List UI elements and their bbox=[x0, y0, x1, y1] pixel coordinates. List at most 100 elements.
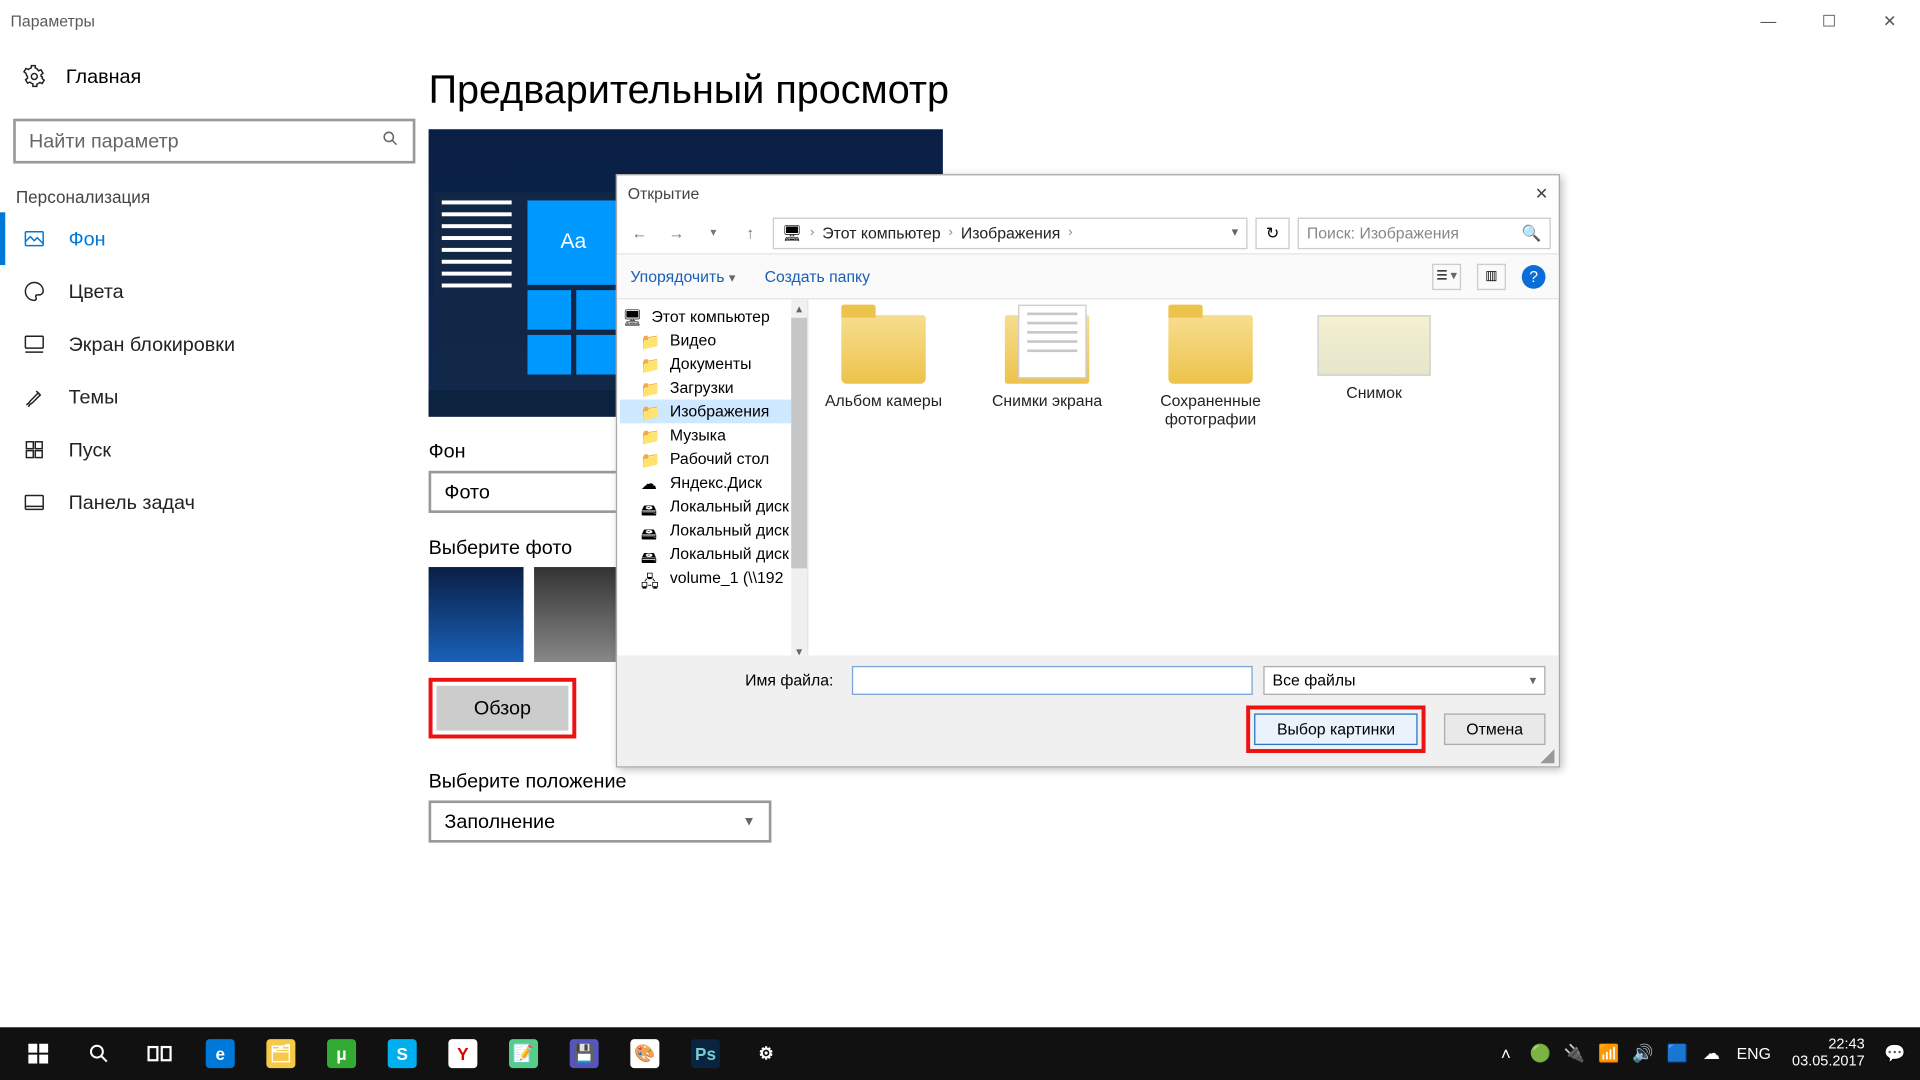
taskbar-app-edge[interactable]: e bbox=[190, 1027, 251, 1080]
tree-item-this-pc[interactable]: 🖥Этот компьютер bbox=[620, 305, 805, 329]
scroll-thumb[interactable] bbox=[791, 318, 807, 569]
scroll-down-icon[interactable]: ▾ bbox=[791, 642, 807, 655]
taskbar-app-notepad[interactable]: 📝 bbox=[493, 1027, 554, 1080]
thumb-2[interactable] bbox=[534, 567, 629, 662]
dialog-close-button[interactable]: ✕ bbox=[1535, 185, 1548, 203]
sidebar-item-start[interactable]: Пуск bbox=[0, 423, 429, 476]
palette-icon bbox=[21, 278, 47, 304]
tray-icon-3[interactable]: ☁ bbox=[1694, 1027, 1728, 1080]
file-item-camera-roll[interactable]: Альбом камеры bbox=[824, 315, 943, 410]
window-minimize-button[interactable]: — bbox=[1738, 0, 1799, 42]
tray-overflow-button[interactable]: ˄ bbox=[1489, 1027, 1523, 1080]
refresh-button[interactable]: ↻ bbox=[1255, 217, 1289, 249]
crumb-separator-icon: › bbox=[949, 225, 953, 240]
taskbar-app-paint[interactable]: 🎨 bbox=[615, 1027, 676, 1080]
tree-item-pictures[interactable]: 📁Изображения bbox=[620, 400, 805, 424]
nav-recent-button[interactable]: ▾ bbox=[699, 218, 728, 247]
tree-scrollbar[interactable]: ▴ ▾ bbox=[791, 299, 807, 655]
tray-icon-2[interactable]: 🟦 bbox=[1660, 1027, 1694, 1080]
sidebar-item-background[interactable]: Фон bbox=[0, 212, 429, 265]
file-item-snapshot[interactable]: Снимок bbox=[1315, 315, 1434, 403]
address-dropdown-icon[interactable]: ▾ bbox=[1232, 225, 1239, 240]
open-button[interactable]: Выбор картинки bbox=[1255, 713, 1418, 745]
action-center-button[interactable]: 💬 bbox=[1878, 1027, 1912, 1080]
tray-power-icon[interactable]: 🔌 bbox=[1557, 1027, 1591, 1080]
disk-icon: 🖴 bbox=[641, 545, 662, 562]
folder-icon: 📁 bbox=[641, 403, 662, 420]
tree-item-downloads[interactable]: 📁Загрузки bbox=[620, 376, 805, 400]
cancel-button[interactable]: Отмена bbox=[1444, 713, 1546, 745]
tree-item-disk-1[interactable]: 🖴Локальный диск bbox=[620, 495, 805, 519]
disk-icon: 🖴 bbox=[641, 522, 662, 539]
folder-icon: 📁 bbox=[641, 332, 662, 349]
taskbar-app-photoshop[interactable]: Ps bbox=[675, 1027, 736, 1080]
os-taskbar: e 🗂 μ S Y 📝 💾 🎨 Ps ⚙ ˄ 🟢 🔌 📶 🔊 🟦 ☁ ENG bbox=[0, 1027, 1920, 1080]
dialog-search[interactable]: Поиск: Изображения 🔍 bbox=[1298, 217, 1551, 249]
organize-menu[interactable]: Упорядочить ▾ bbox=[630, 267, 735, 285]
sidebar-search[interactable]: Найти параметр bbox=[13, 119, 415, 164]
nav-back-button[interactable]: ← bbox=[625, 218, 654, 247]
folder-tree: 🖥Этот компьютер 📁Видео 📁Документы 📁Загру… bbox=[617, 299, 807, 594]
tree-item-music[interactable]: 📁Музыка bbox=[620, 423, 805, 447]
nav-label: Экран блокировки bbox=[69, 333, 235, 355]
taskbar-app-yandex[interactable]: Y bbox=[433, 1027, 494, 1080]
settings-sidebar: Главная Найти параметр Персонализация Фо… bbox=[0, 42, 429, 1027]
filetype-dropdown[interactable]: Все файлы ▾ bbox=[1263, 666, 1545, 695]
file-item-screenshots[interactable]: Снимки экрана bbox=[988, 315, 1107, 410]
taskbar-app-save[interactable]: 💾 bbox=[554, 1027, 615, 1080]
start-button[interactable] bbox=[8, 1027, 69, 1080]
filename-input[interactable] bbox=[852, 666, 1253, 695]
taskbar-app-skype[interactable]: S bbox=[372, 1027, 433, 1080]
view-mode-button[interactable]: ☰▾ bbox=[1432, 263, 1461, 289]
window-close-button[interactable]: ✕ bbox=[1859, 0, 1920, 42]
sidebar-item-colors[interactable]: Цвета bbox=[0, 265, 429, 318]
taskbar-app-utorrent[interactable]: μ bbox=[311, 1027, 372, 1080]
nav-up-button[interactable]: ↑ bbox=[736, 218, 765, 247]
breadcrumb-1[interactable]: Этот компьютер bbox=[822, 224, 940, 242]
tree-item-disk-3[interactable]: 🖴Локальный диск bbox=[620, 542, 805, 566]
tree-item-disk-2[interactable]: 🖴Локальный диск bbox=[620, 518, 805, 542]
tray-icon-1[interactable]: 🟢 bbox=[1523, 1027, 1557, 1080]
address-bar[interactable]: 🖥 › Этот компьютер › Изображения › ▾ bbox=[773, 217, 1248, 249]
sidebar-item-home[interactable]: Главная bbox=[0, 47, 429, 105]
sidebar-item-lockscreen[interactable]: Экран блокировки bbox=[0, 318, 429, 371]
dialog-title: Открытие bbox=[628, 185, 700, 203]
taskbar-search-button[interactable] bbox=[69, 1027, 130, 1080]
resize-grip-icon[interactable]: ◢ bbox=[1540, 748, 1556, 764]
sidebar-category: Персонализация bbox=[0, 164, 429, 213]
sidebar-item-taskbar[interactable]: Панель задач bbox=[0, 476, 429, 529]
taskbar-clock[interactable]: 22:43 03.05.2017 bbox=[1781, 1036, 1875, 1071]
task-view-button[interactable] bbox=[129, 1027, 190, 1080]
tray-wifi-icon[interactable]: 📶 bbox=[1592, 1027, 1626, 1080]
browse-button[interactable]: Обзор bbox=[436, 686, 568, 731]
taskbar-app-settings[interactable]: ⚙ bbox=[736, 1027, 797, 1080]
taskbar-app-explorer[interactable]: 🗂 bbox=[251, 1027, 312, 1080]
scroll-up-icon[interactable]: ▴ bbox=[791, 299, 807, 317]
tree-item-videos[interactable]: 📁Видео bbox=[620, 328, 805, 352]
tray-volume-icon[interactable]: 🔊 bbox=[1626, 1027, 1660, 1080]
language-indicator[interactable]: ENG bbox=[1729, 1027, 1779, 1080]
breadcrumb-2[interactable]: Изображения bbox=[961, 224, 1060, 242]
chevron-down-icon: ▾ bbox=[1530, 673, 1537, 688]
preview-pane-button[interactable]: ▥ bbox=[1477, 263, 1506, 289]
start-grid-icon bbox=[21, 436, 47, 462]
thumb-1[interactable] bbox=[429, 567, 524, 662]
tree-item-yadisk[interactable]: ☁Яндекс.Диск bbox=[620, 471, 805, 495]
nav-forward-button[interactable]: → bbox=[662, 218, 691, 247]
filename-label: Имя файла: bbox=[630, 671, 841, 689]
folder-icon: 📁 bbox=[641, 355, 662, 372]
help-icon[interactable]: ? bbox=[1522, 264, 1546, 288]
new-folder-button[interactable]: Создать папку bbox=[765, 267, 870, 285]
tree-item-documents[interactable]: 📁Документы bbox=[620, 352, 805, 376]
sidebar-item-themes[interactable]: Темы bbox=[0, 371, 429, 424]
file-item-saved-photos[interactable]: Сохраненные фотографии bbox=[1151, 315, 1270, 429]
fit-dropdown[interactable]: Заполнение ▼ bbox=[429, 800, 772, 842]
taskbar-icon bbox=[21, 489, 47, 515]
window-title: Параметры bbox=[11, 12, 95, 30]
folder-icon: 📁 bbox=[641, 427, 662, 444]
window-maximize-button[interactable]: ☐ bbox=[1799, 0, 1860, 42]
tree-item-desktop[interactable]: 📁Рабочий стол bbox=[620, 447, 805, 471]
tree-item-netvol[interactable]: 🖧volume_1 (\\192 bbox=[620, 566, 805, 590]
folder-icon bbox=[1168, 315, 1252, 384]
folder-icon bbox=[841, 315, 925, 384]
